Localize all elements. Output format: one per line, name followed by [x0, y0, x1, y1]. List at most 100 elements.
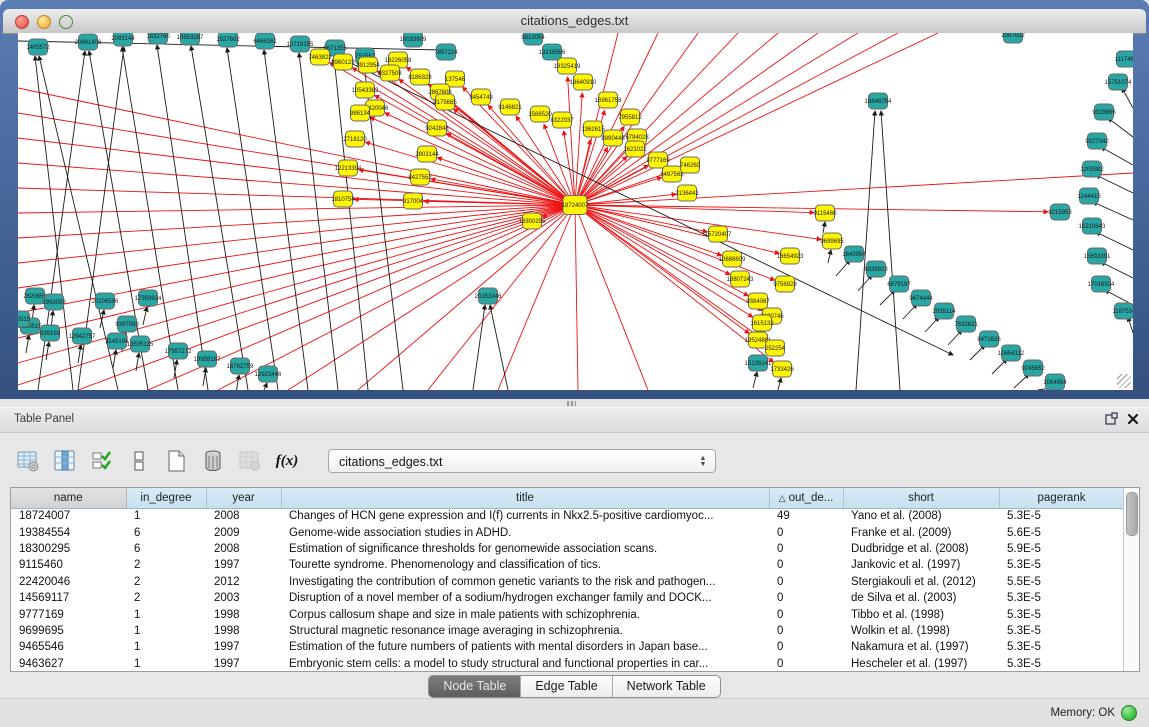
graph-edge[interactable]	[575, 205, 749, 333]
table-row[interactable]: 1830029562008Estimation of significance …	[11, 541, 1124, 557]
graph-node[interactable]: 7955812	[618, 109, 642, 125]
graph-node[interactable]: 8186328	[408, 69, 432, 85]
graph-node[interactable]: 19958187	[194, 351, 221, 367]
table-row[interactable]: 911546021997Tourette syndrome. Phenomeno…	[11, 557, 1124, 573]
graph-node[interactable]: 746260	[680, 157, 701, 173]
graph-node[interactable]: 10654112	[998, 345, 1025, 361]
window-titlebar[interactable]: citations_edges.txt	[3, 9, 1146, 34]
network-canvas[interactable]: 1405572206914062093144183276010653287152…	[18, 33, 1133, 390]
graph-node[interactable]: 986134	[350, 105, 371, 121]
table-row[interactable]: 946554611997Estimation of the future num…	[11, 639, 1124, 655]
graph-node[interactable]: 8427552	[408, 169, 432, 185]
table-row[interactable]: 1872400712008Changes of HCN gene express…	[11, 508, 1124, 524]
graph-node[interactable]: 16033809	[400, 33, 427, 47]
graph-edge[interactable]	[473, 305, 485, 390]
graph-node[interactable]: 2718120	[343, 131, 367, 147]
graph-node[interactable]: 13505135	[127, 336, 154, 352]
graph-edge[interactable]	[1101, 147, 1133, 165]
graph-edge[interactable]	[100, 310, 104, 328]
table-row[interactable]: 1456911722003Disruption of a novel membe…	[11, 590, 1124, 606]
table-row[interactable]: 969969511998Structural magnetic resonanc…	[11, 623, 1124, 639]
graph-node[interactable]: 10653287	[177, 33, 204, 45]
graph-node[interactable]: 9245652	[1021, 360, 1045, 376]
graph-node[interactable]: 18640910	[570, 74, 597, 90]
graph-node[interactable]: 8960123	[331, 54, 355, 70]
vertical-scrollbar[interactable]	[1123, 488, 1139, 671]
graph-edge[interactable]	[881, 111, 900, 390]
graph-node[interactable]: 1064954	[1043, 374, 1067, 390]
tab-edge-table[interactable]: Edge Table	[520, 676, 611, 697]
graph-node[interactable]: 9756928	[773, 276, 797, 292]
graph-edge[interactable]	[218, 205, 575, 390]
graph-edge[interactable]	[753, 372, 757, 388]
graph-node[interactable]: 17359924	[135, 290, 162, 306]
graph-edge[interactable]	[191, 46, 248, 390]
graph-node[interactable]: 8322037	[550, 112, 574, 128]
graph-node[interactable]: 7857224	[434, 44, 458, 60]
graph-edge[interactable]	[575, 33, 658, 205]
graph-node[interactable]: 18325419	[554, 58, 581, 74]
graph-node[interactable]: 9115460	[814, 205, 838, 221]
graph-edge[interactable]	[568, 77, 575, 205]
column-header-name[interactable]: name	[11, 488, 126, 508]
graph-edge[interactable]	[46, 342, 49, 360]
graph-node[interactable]: 9397588	[115, 316, 139, 332]
resize-grip-icon[interactable]	[1117, 374, 1131, 388]
graph-edge[interactable]	[1096, 175, 1133, 193]
graph-node[interactable]: 9242848	[425, 120, 449, 136]
scrollbar-thumb[interactable]	[1126, 492, 1138, 536]
graph-edge[interactable]	[330, 53, 953, 355]
graph-node[interactable]: 12923446	[255, 366, 282, 382]
graph-node[interactable]: 1640954	[842, 246, 866, 262]
graph-node[interactable]: 8215953	[1048, 204, 1072, 220]
graph-node[interactable]: 15720407	[705, 226, 732, 242]
delete-entry-icon[interactable]	[199, 447, 227, 475]
graph-edge[interactable]	[828, 250, 831, 263]
graph-node[interactable]: 8912954	[356, 57, 380, 73]
graph-node[interactable]: 1810754	[331, 191, 355, 207]
column-header-short[interactable]: short	[843, 488, 999, 508]
graph-node[interactable]: 1588520	[528, 106, 552, 122]
graph-node[interactable]: 12213394	[335, 160, 362, 176]
rows-icon[interactable]	[125, 447, 153, 475]
graph-edge[interactable]	[575, 205, 578, 390]
graph-node[interactable]: 7463822	[308, 49, 332, 65]
graph-edge[interactable]	[925, 317, 939, 332]
column-header-title[interactable]: title	[281, 488, 769, 508]
graph-node[interactable]: 2087632	[1001, 33, 1025, 43]
graph-node[interactable]: 2803144	[415, 146, 439, 162]
graph-node[interactable]: 16654923	[777, 248, 804, 264]
close-panel-icon[interactable]	[1127, 413, 1139, 425]
row-selection-icon[interactable]	[88, 447, 116, 475]
graph-node[interactable]: 9699695	[820, 233, 844, 249]
graph-node[interactable]: 20206596	[92, 293, 119, 309]
graph-node[interactable]: 2093144	[111, 33, 135, 46]
graph-edge[interactable]	[299, 53, 338, 390]
graph-node[interactable]: 917004	[403, 193, 424, 209]
graph-node[interactable]: 6879197	[887, 276, 911, 292]
graph-node[interactable]: 9474444	[909, 290, 933, 306]
graph-node[interactable]: 2935114	[933, 303, 957, 319]
graph-node[interactable]: 16210643	[1079, 218, 1106, 234]
graph-node[interactable]: 1362615	[581, 121, 605, 137]
graph-edge[interactable]	[18, 205, 575, 363]
graph-node[interactable]: 9227342	[1085, 133, 1109, 149]
column-header-pagerank[interactable]: pagerank	[999, 488, 1124, 508]
graph-node[interactable]: 15751074	[1105, 74, 1132, 90]
graph-node[interactable]: 252254	[765, 340, 786, 356]
table-row[interactable]: 977716911998Corpus callosum shape and si…	[11, 606, 1124, 622]
table-row[interactable]: 2242004622012Investigating the contribut…	[11, 574, 1124, 590]
graph-node[interactable]: 8990448	[601, 130, 625, 146]
graph-node[interactable]: 9327508	[378, 65, 402, 81]
graph-edge[interactable]	[78, 345, 81, 363]
panel-divider[interactable]	[0, 399, 1149, 407]
graph-node[interactable]: 18807243	[727, 271, 754, 287]
graph-node[interactable]: 9175685	[433, 94, 457, 110]
graph-edge[interactable]	[823, 222, 825, 233]
graph-edge[interactable]	[18, 88, 575, 205]
graph-node[interactable]: 2136441	[675, 185, 699, 201]
graph-node[interactable]: 18724007	[562, 196, 589, 215]
graph-edge[interactable]	[143, 307, 147, 325]
graph-edge[interactable]	[778, 378, 781, 390]
graph-node[interactable]: 17016504	[1088, 276, 1115, 292]
